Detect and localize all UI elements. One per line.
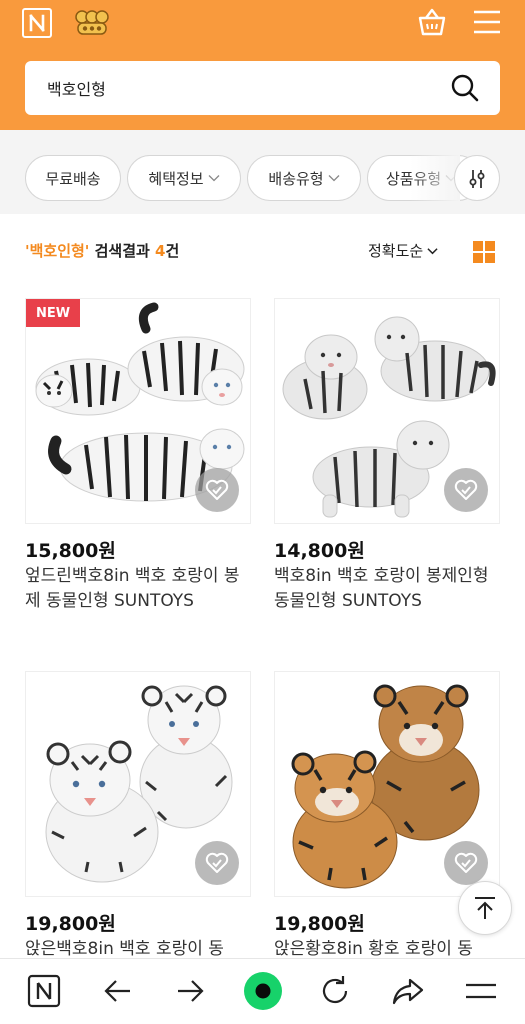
shopping-basket-icon[interactable] <box>416 6 448 38</box>
product-name[interactable]: 엎드린백호8in 백호 호랑이 봉제 동물인형 SUNTOYS <box>25 564 251 614</box>
chevron-down-icon <box>208 175 220 182</box>
brand-logo[interactable] <box>72 6 112 38</box>
wishlist-button[interactable] <box>444 468 488 512</box>
forward-arrow-icon <box>178 980 204 1002</box>
result-label: 검색결과 <box>89 242 156 260</box>
result-count: 4 <box>155 242 166 260</box>
naver-n-icon[interactable] <box>22 8 52 38</box>
result-unit: 건 <box>165 242 180 260</box>
scroll-to-top-button[interactable] <box>458 881 512 935</box>
wishlist-button[interactable] <box>195 841 239 885</box>
product-image[interactable] <box>274 671 500 897</box>
refresh-button[interactable] <box>317 973 353 1009</box>
header <box>0 0 525 130</box>
forward-button[interactable] <box>172 973 208 1009</box>
back-button[interactable] <box>100 973 136 1009</box>
wishlist-heart-icon <box>205 852 229 873</box>
naver-home-button[interactable] <box>26 973 62 1009</box>
browser-bottom-bar <box>0 958 525 1024</box>
product-image[interactable] <box>25 671 251 897</box>
menu-icon <box>466 983 496 999</box>
green-dot-icon <box>244 972 282 1010</box>
search-box <box>25 61 500 115</box>
chevron-down-icon <box>427 247 438 254</box>
back-arrow-icon <box>104 980 130 1002</box>
new-badge: NEW <box>26 299 80 327</box>
search-icon[interactable] <box>450 73 480 103</box>
chip-fade-overlay <box>410 150 460 206</box>
wishlist-button[interactable] <box>444 841 488 885</box>
chevron-down-icon <box>328 175 340 182</box>
browser-menu-button[interactable] <box>463 973 499 1009</box>
filter-settings-button[interactable] <box>454 155 500 201</box>
filter-chip-delivery-type[interactable]: 배송유형 <box>247 155 361 201</box>
product-price: 19,800원 <box>25 913 116 935</box>
wishlist-heart-icon <box>454 479 478 500</box>
hamburger-menu-icon[interactable] <box>472 9 502 35</box>
filter-chip-label: 혜택정보 <box>148 169 204 188</box>
filter-bar: 무료배송 혜택정보 배송유형 상품유형 <box>0 130 525 214</box>
filter-chip-free-shipping[interactable]: 무료배송 <box>25 155 121 201</box>
filter-chip-benefits[interactable]: 혜택정보 <box>127 155 241 201</box>
filter-sliders-icon <box>469 170 485 188</box>
result-query: '백호인형' <box>25 242 90 260</box>
filter-chip-label: 무료배송 <box>45 169 101 188</box>
grid-view-icon[interactable] <box>473 241 495 263</box>
sort-label: 정확도순 <box>368 242 424 260</box>
product-name[interactable]: 백호8in 백호 호랑이 봉제인형 동물인형 SUNTOYS <box>274 564 500 614</box>
share-button[interactable] <box>390 973 426 1009</box>
share-icon <box>392 978 424 1005</box>
green-dot-button[interactable] <box>243 971 283 1011</box>
result-summary: '백호인형' 검색결과 4건 <box>25 240 179 261</box>
product-image[interactable]: NEW <box>25 298 251 524</box>
naver-n-icon <box>27 974 61 1008</box>
product-price: 14,800원 <box>274 540 365 562</box>
scroll-to-top-icon <box>475 897 495 919</box>
wishlist-heart-icon <box>454 852 478 873</box>
wishlist-heart-icon <box>205 479 229 500</box>
product-image[interactable] <box>274 298 500 524</box>
wishlist-button[interactable] <box>195 468 239 512</box>
search-input[interactable] <box>25 61 445 115</box>
product-price: 15,800원 <box>25 540 116 562</box>
refresh-icon <box>322 976 348 1004</box>
sort-dropdown[interactable]: 정확도순 <box>368 240 438 261</box>
product-price: 19,800원 <box>274 913 365 935</box>
filter-chip-label: 배송유형 <box>268 169 324 188</box>
